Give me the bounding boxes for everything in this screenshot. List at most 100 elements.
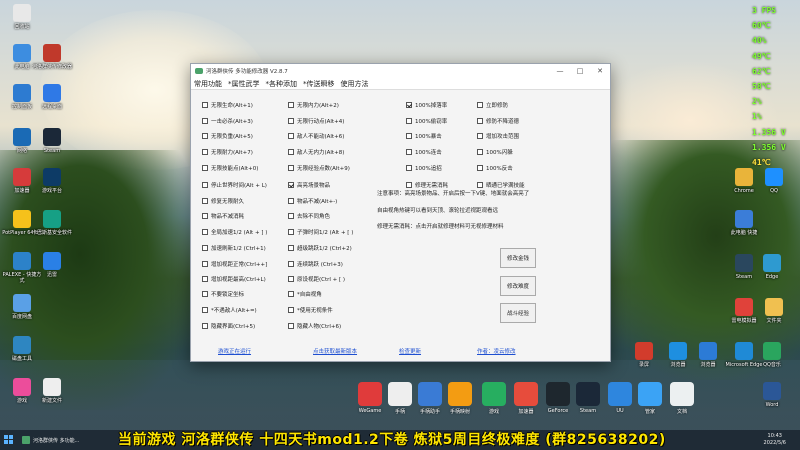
modify-money-button[interactable]: 修改金钱 — [500, 248, 536, 268]
checkbox[interactable] — [202, 198, 208, 204]
option-checkbox[interactable]: 连续跳跃 (Ctrl+3) — [288, 260, 343, 268]
option-checkbox[interactable]: 100%暴击 — [406, 132, 442, 140]
desktop-icon[interactable]: 河洛群侠传修改器 — [32, 44, 72, 70]
desktop-icon[interactable]: 文件夹 — [754, 298, 794, 324]
game-running-link[interactable]: 游戏正在运行 — [218, 347, 251, 355]
option-checkbox[interactable]: 无限内力(Alt+2) — [288, 101, 339, 109]
desktop-icon[interactable]: QQ音乐 — [752, 342, 792, 368]
checkbox[interactable] — [406, 149, 412, 155]
close-button[interactable]: ✕ — [590, 64, 610, 78]
checkbox[interactable] — [406, 133, 412, 139]
title-bar[interactable]: 河洛群侠传 多功能修改器 V2.8.7 — □ ✕ — [191, 64, 610, 78]
checkbox[interactable] — [202, 213, 208, 219]
option-checkbox[interactable]: 无限技能点(Alt+0) — [202, 164, 258, 172]
option-checkbox[interactable]: 修复无限耐久 — [202, 197, 244, 205]
desktop-icon[interactable]: Steam — [32, 128, 72, 154]
checkbox[interactable] — [288, 229, 294, 235]
shelf-icon[interactable]: 文档 — [668, 382, 696, 415]
option-checkbox[interactable]: *使用无视条件 — [288, 306, 333, 314]
checkbox[interactable] — [288, 213, 294, 219]
checkbox[interactable] — [288, 261, 294, 267]
desktop-icon[interactable]: 远程桌面 — [32, 84, 72, 110]
checkbox[interactable] — [288, 165, 294, 171]
option-checkbox[interactable]: 增加视距最高(Ctrl+L) — [202, 275, 266, 283]
option-checkbox[interactable]: 加速刷新1/2 (Ctrl+1) — [202, 244, 266, 252]
option-checkbox[interactable]: 物品不减消耗 — [202, 212, 244, 220]
option-checkbox[interactable]: 修防不降道德 — [477, 117, 519, 125]
checkbox[interactable] — [202, 261, 208, 267]
maximize-button[interactable]: □ — [570, 64, 590, 78]
option-checkbox[interactable]: 隐藏界面(Ctrl+5) — [202, 322, 255, 330]
start-button[interactable] — [4, 435, 14, 445]
checkbox[interactable] — [202, 133, 208, 139]
checkbox[interactable] — [477, 102, 483, 108]
option-checkbox[interactable]: 无限生命(Alt+1) — [202, 101, 253, 109]
desktop-icon[interactable]: 此电脑 快捷 — [724, 210, 764, 236]
option-checkbox[interactable]: 子弹时间1/2 (Alt + [ ) — [288, 228, 353, 236]
checkbox[interactable] — [288, 276, 294, 282]
option-checkbox[interactable]: 增加视距正常(Ctrl++] — [202, 260, 267, 268]
author-link[interactable]: 作者：凌云修改 — [477, 347, 516, 355]
menu-usage[interactable]: 使用方法 — [341, 79, 369, 89]
option-checkbox[interactable]: 一击必杀(Alt+3) — [202, 117, 253, 125]
shelf-icon[interactable]: 手柄助手 — [416, 382, 444, 415]
checkbox[interactable] — [202, 149, 208, 155]
desktop-icon[interactable]: 卡巴斯基安全软件 — [32, 210, 72, 236]
checkbox[interactable] — [202, 323, 208, 329]
option-checkbox[interactable]: 100%追招 — [406, 164, 442, 172]
option-checkbox[interactable]: *不遇敌人(Alt+=) — [202, 306, 257, 314]
option-checkbox[interactable]: 100%偷窃率 — [406, 117, 447, 125]
desktop-icon[interactable]: 磁盘工具 — [2, 336, 42, 362]
option-checkbox[interactable]: 100%连击 — [406, 148, 442, 156]
checkbox[interactable] — [202, 276, 208, 282]
option-checkbox[interactable]: 无限耐力(Alt+7) — [202, 148, 253, 156]
menu-common[interactable]: 常用功能 — [194, 79, 222, 89]
checkbox[interactable] — [202, 245, 208, 251]
battle-exp-button[interactable]: 战斗经验 — [500, 303, 536, 323]
option-checkbox[interactable]: 无限经验点数(Alt+9) — [288, 164, 350, 172]
checkbox[interactable] — [202, 182, 208, 188]
checkbox[interactable] — [202, 291, 208, 297]
checkbox[interactable] — [288, 149, 294, 155]
shelf-icon[interactable]: 手柄 — [386, 382, 414, 415]
option-checkbox[interactable]: 无限负重(Alt+5) — [202, 132, 253, 140]
option-checkbox[interactable]: 敌人不能动(Alt+6) — [288, 132, 344, 140]
option-checkbox[interactable]: 修理无需消耗 — [406, 181, 448, 189]
checkbox[interactable] — [288, 118, 294, 124]
shelf-icon[interactable]: GeForce — [544, 382, 572, 414]
modify-difficulty-button[interactable]: 修改难度 — [500, 276, 536, 296]
desktop-icon[interactable]: Word — [752, 382, 792, 408]
checkbox[interactable] — [477, 149, 483, 155]
taskbar-app-item[interactable]: 河洛群侠传 多功能... — [22, 432, 79, 448]
checkbox[interactable] — [202, 118, 208, 124]
option-checkbox[interactable]: 无限行动点(Alt+4) — [288, 117, 344, 125]
checkbox[interactable] — [288, 291, 294, 297]
option-checkbox[interactable]: 物品不减(Alt+-) — [288, 197, 337, 205]
option-checkbox[interactable]: 晒通已学满技能 — [477, 181, 525, 189]
desktop-icon[interactable]: 加速器 — [2, 168, 42, 194]
option-checkbox[interactable]: *自由视角 — [288, 290, 322, 298]
option-checkbox[interactable]: 100%闪躲 — [477, 148, 513, 156]
option-checkbox[interactable]: 原设视距(Ctrl + [ ) — [288, 275, 345, 283]
option-checkbox[interactable]: 100%掉落率 — [406, 101, 447, 109]
checkbox[interactable] — [477, 182, 483, 188]
option-checkbox[interactable]: 超级跳跃1/2 (Ctrl+2) — [288, 244, 352, 252]
option-checkbox[interactable]: 去除不同角色 — [288, 212, 330, 220]
desktop-icon[interactable]: 浏览器 — [688, 342, 728, 368]
desktop-icon[interactable]: Edge — [752, 254, 792, 280]
desktop-icon[interactable]: 回收站 — [2, 4, 42, 30]
desktop-icon[interactable]: 新建文件 — [32, 378, 72, 404]
shelf-icon[interactable]: 加速器 — [512, 382, 540, 415]
option-checkbox[interactable]: 立即修防 — [477, 101, 508, 109]
shelf-icon[interactable]: 手柄映射 — [446, 382, 474, 415]
option-checkbox[interactable]: 高亮场景物品 — [288, 181, 330, 189]
option-checkbox[interactable]: 隐藏人物(Ctrl+6) — [288, 322, 341, 330]
checkbox[interactable] — [288, 133, 294, 139]
minimize-button[interactable]: — — [550, 64, 570, 78]
shelf-icon[interactable]: UU — [606, 382, 634, 414]
checkbox[interactable] — [288, 245, 294, 251]
checkbox[interactable] — [202, 165, 208, 171]
desktop-icon[interactable]: QQ — [754, 168, 794, 194]
checkbox[interactable] — [406, 182, 412, 188]
checkbox[interactable] — [477, 133, 483, 139]
